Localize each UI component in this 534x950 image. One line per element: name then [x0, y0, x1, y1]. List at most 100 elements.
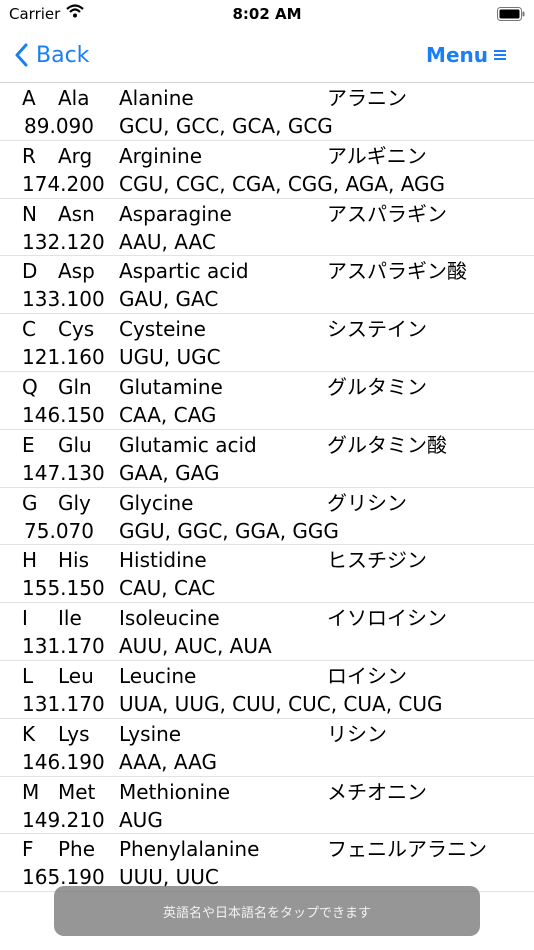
clock: 8:02 AM: [232, 5, 302, 23]
english-name[interactable]: Histidine: [119, 547, 207, 573]
list-item: L Leu Leucine ロイシン 131.170 UUA, UUG, CUU, CUC…: [0, 661, 534, 719]
three-letter-code: Arg: [58, 143, 93, 168]
one-letter-code: H: [22, 548, 38, 573]
back-label: Back: [36, 42, 90, 68]
battery-icon: [497, 7, 525, 21]
list-item: K Lys Lysine リシン 146.190 AAA, AAG: [0, 719, 534, 777]
three-letter-code: Glu: [58, 432, 92, 457]
japanese-name[interactable]: メチオニン: [327, 779, 427, 805]
navigation-bar: Back Menu: [0, 30, 534, 83]
molecular-mass: 147.130: [22, 460, 105, 485]
molecular-mass: 146.150: [22, 402, 105, 427]
english-name[interactable]: Cysteine: [119, 316, 206, 342]
menu-button[interactable]: Menu: [426, 40, 506, 70]
japanese-name[interactable]: グリシン: [327, 490, 407, 516]
one-letter-code: I: [22, 606, 28, 631]
japanese-name[interactable]: イソロイシン: [327, 605, 447, 631]
three-letter-code: Cys: [58, 317, 95, 342]
three-letter-code: Asn: [58, 201, 95, 226]
english-name[interactable]: Glutamic acid: [119, 432, 257, 458]
list-item: E Glu Glutamic acid グルタミン酸 147.130 GAA, GAG: [0, 430, 534, 488]
codon-list: GAU, GAC: [119, 287, 219, 312]
amino-acid-list: A Ala Alanine アラニン 89.090 GCU, GCC, GCA, GCG R…: [0, 83, 534, 893]
codon-list: GCU, GCC, GCA, GCG: [119, 114, 333, 138]
japanese-name[interactable]: アスパラギン酸: [327, 258, 467, 284]
one-letter-code: M: [22, 779, 40, 804]
list-item: M Met Methionine メチオニン 149.210 AUG: [0, 777, 534, 835]
three-letter-code: Asp: [58, 259, 95, 284]
three-letter-code: Gly: [58, 490, 91, 515]
three-letter-code: Ile: [58, 606, 82, 631]
english-name[interactable]: Phenylalanine: [119, 836, 259, 862]
japanese-name[interactable]: グルタミン: [327, 374, 427, 400]
codon-list: GGU, GGC, GGA, GGG: [119, 518, 339, 543]
codon-list: CAU, CAC: [119, 576, 216, 601]
codon-list: AAA, AAG: [119, 749, 217, 774]
chevron-left-icon: [15, 43, 28, 67]
three-letter-code: Met: [58, 779, 96, 804]
english-name[interactable]: Leucine: [119, 663, 196, 689]
one-letter-code: K: [22, 721, 36, 746]
list-item: Q Gln Glutamine グルタミン 146.150 CAA, CAG: [0, 372, 534, 430]
list-item: R Arg Arginine アルギニン 174.200 CGU, CGC, CGA, C…: [0, 141, 534, 199]
list-item: G Gly Glycine グリシン 75.070 GGU, GGC, GGA, GGG: [0, 488, 534, 546]
molecular-mass: 133.100: [22, 287, 105, 312]
molecular-mass: 131.170: [22, 691, 105, 716]
list-item: F Phe Phenylalanine フェニルアラニン 165.190 UUU, UUC: [0, 834, 534, 893]
japanese-name[interactable]: リシン: [327, 721, 387, 747]
hamburger-icon: [494, 50, 506, 60]
list-item: I Ile Isoleucine イソロイシン 131.170 AUU, AUC, AUA: [0, 603, 534, 661]
list-item: H His Histidine ヒスチジン 155.150 CAU, CAC: [0, 545, 534, 604]
back-button[interactable]: Back: [14, 40, 89, 70]
english-name[interactable]: Asparagine: [119, 201, 232, 227]
japanese-name[interactable]: ロイシン: [327, 663, 407, 689]
molecular-mass: 155.150: [22, 576, 105, 601]
molecular-mass: 132.120: [22, 229, 105, 254]
japanese-name[interactable]: アスパラギン: [327, 201, 447, 227]
molecular-mass: 149.210: [22, 807, 105, 832]
codon-list: UGU, UGC: [119, 345, 221, 370]
status-bar: Carrier 8:02 AM: [0, 0, 534, 30]
codon-list: CAA, CAG: [119, 402, 217, 427]
japanese-name[interactable]: アラニン: [327, 85, 407, 111]
molecular-mass: 75.070: [24, 518, 94, 543]
japanese-name[interactable]: フェニルアラニン: [327, 836, 487, 862]
molecular-mass: 121.160: [22, 345, 105, 370]
english-name[interactable]: Aspartic acid: [119, 258, 249, 284]
english-name[interactable]: Glycine: [119, 490, 193, 516]
japanese-name[interactable]: グルタミン酸: [327, 432, 447, 458]
english-name[interactable]: Alanine: [119, 85, 194, 111]
one-letter-code: C: [22, 317, 36, 342]
japanese-name[interactable]: アルギニン: [327, 143, 427, 169]
molecular-mass: 146.190: [22, 749, 105, 774]
three-letter-code: Leu: [58, 663, 94, 688]
english-name[interactable]: Glutamine: [119, 374, 223, 400]
one-letter-code: N: [22, 201, 37, 226]
three-letter-code: Lys: [58, 721, 90, 746]
japanese-name[interactable]: システイン: [327, 316, 427, 342]
one-letter-code: D: [22, 259, 38, 284]
codon-list: AUU, AUC, AUA: [119, 634, 272, 659]
codon-list: AAU, AAC: [119, 229, 216, 254]
molecular-mass: 131.170: [22, 634, 105, 659]
codon-list: UUA, UUG, CUU, CUC, CUA, CUG: [119, 691, 443, 716]
list-item: N Asn Asparagine アスパラギン 132.120 AAU, AAC: [0, 199, 534, 257]
codon-list: AUG: [119, 807, 163, 832]
one-letter-code: F: [22, 837, 34, 862]
molecular-mass: 89.090: [24, 114, 94, 138]
hint-text: 英語名や日本語名をタップできます: [162, 905, 371, 921]
english-name[interactable]: Isoleucine: [119, 605, 220, 631]
japanese-name[interactable]: ヒスチジン: [327, 547, 427, 573]
three-letter-code: Ala: [58, 86, 90, 110]
codon-list: CGU, CGC, CGA, CGG, AGA, AGG: [119, 171, 446, 196]
english-name[interactable]: Lysine: [119, 721, 181, 747]
menu-label: Menu: [426, 43, 488, 67]
english-name[interactable]: Arginine: [119, 143, 202, 169]
three-letter-code: His: [58, 548, 90, 573]
three-letter-code: Gln: [58, 374, 92, 399]
list-item: A Ala Alanine アラニン 89.090 GCU, GCC, GCA, GCG: [0, 83, 534, 141]
one-letter-code: L: [22, 663, 34, 688]
molecular-mass: 174.200: [22, 171, 105, 196]
english-name[interactable]: Methionine: [119, 779, 230, 805]
codon-list: GAA, GAG: [119, 460, 220, 485]
